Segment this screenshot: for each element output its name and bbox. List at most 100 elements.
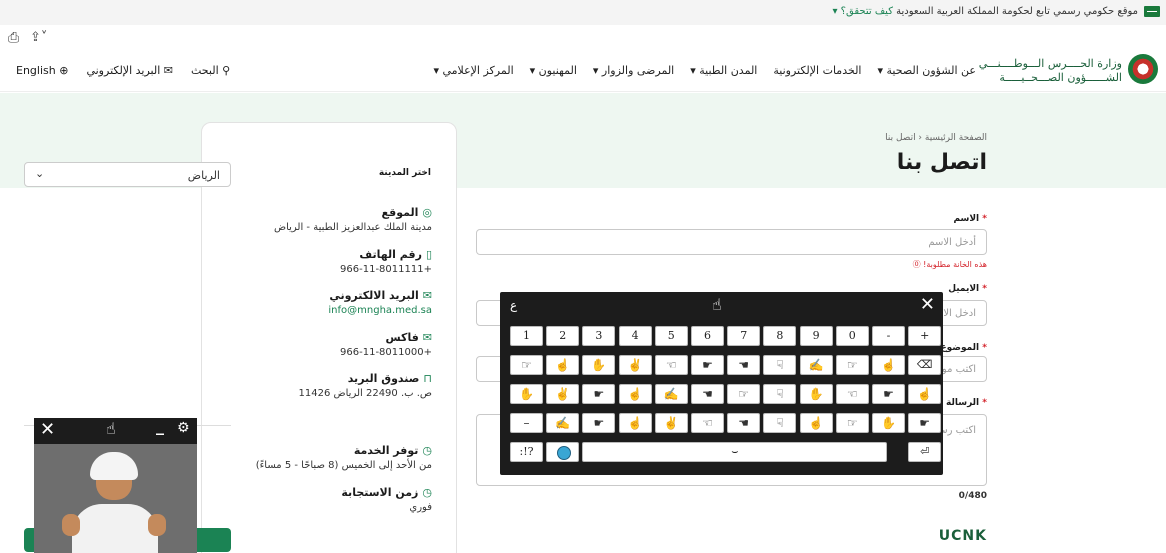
email-value-link[interactable]: info@mngha.med.sa: [328, 305, 432, 316]
sign-key[interactable]: ☜: [654, 355, 688, 375]
sign-key[interactable]: ✌: [654, 413, 688, 433]
hand-pointer-icon: ☝: [712, 295, 722, 314]
sign-key[interactable]: ☝: [799, 413, 833, 433]
clock-icon: ◷: [422, 486, 432, 499]
name-input[interactable]: أدخل الاسم: [476, 229, 987, 255]
search-link[interactable]: البحث ⚲: [191, 64, 230, 77]
sign-key[interactable]: ✍: [654, 384, 688, 404]
close-icon[interactable]: ✕: [40, 419, 55, 440]
main-nav: عن الشؤون الصحية ▾ الخدمات الإلكترونية ا…: [433, 64, 976, 77]
sign-key[interactable]: ✋: [582, 355, 616, 375]
key-11[interactable]: +: [908, 326, 942, 346]
sign-key[interactable]: ☚: [691, 384, 724, 404]
sign-key[interactable]: ☚: [727, 355, 761, 375]
name-error: هذه الخانة مطلوبة! ⓪: [912, 260, 987, 269]
nav-medical-cities[interactable]: المدن الطبية ▾: [690, 64, 757, 77]
nav-about[interactable]: عن الشؤون الصحية ▾: [877, 64, 976, 77]
space-key[interactable]: ⌣: [582, 442, 888, 462]
sign-key[interactable]: ☜: [835, 384, 869, 404]
backspace-key[interactable]: ⌫: [908, 355, 942, 375]
breadcrumb[interactable]: الصفحة الرئيسية ‹ اتصل بنا: [885, 133, 987, 143]
print-icon[interactable]: ⎙: [8, 30, 19, 46]
sign-key[interactable]: ✍: [546, 413, 580, 433]
ministry-logo-icon[interactable]: [1128, 54, 1158, 84]
nav-professionals[interactable]: المهنيون ▾: [530, 64, 577, 77]
sign-key[interactable]: ☝: [908, 384, 942, 404]
hand-pointer-icon[interactable]: ☝: [106, 419, 116, 438]
sign-key[interactable]: ✌: [546, 384, 580, 404]
sign-key[interactable]: ☞: [510, 355, 543, 375]
key-6[interactable]: 7: [727, 326, 761, 346]
key-1[interactable]: 2: [546, 326, 580, 346]
sign-key[interactable]: ✌: [618, 355, 652, 375]
site-header: وزارة الحــــرس الـــوطــــنـــي الشــــ…: [0, 50, 1166, 92]
sign-key[interactable]: ☞: [727, 384, 761, 404]
sign-key[interactable]: ☝: [618, 384, 652, 404]
avatar-widget-toolbar: ✕ ☝ _ ⚙: [34, 418, 197, 444]
sign-key[interactable]: ✋: [799, 384, 833, 404]
sign-key[interactable]: ☚: [727, 413, 761, 433]
key-7[interactable]: 8: [763, 326, 797, 346]
english-link[interactable]: English ⊕: [16, 64, 68, 77]
key-8[interactable]: 9: [799, 326, 833, 346]
sign-key[interactable]: ☝: [618, 413, 652, 433]
chevron-down-icon: ⌄: [35, 167, 45, 180]
key-9[interactable]: 0: [835, 326, 869, 346]
sign-key[interactable]: ☟: [763, 355, 797, 375]
sign-key[interactable]: ✋: [872, 413, 905, 433]
subject-label: * الموضوع: [940, 343, 988, 353]
sign-key[interactable]: ☟: [763, 384, 797, 404]
sign-key[interactable]: ✍: [799, 355, 833, 375]
page-title: اتصل بنا: [896, 150, 987, 175]
sign-key[interactable]: ☞: [835, 413, 869, 433]
fax-icon: ✉: [422, 331, 432, 344]
language-icon: ⊕: [59, 64, 69, 77]
utility-row: ⎙ ⇪˅: [0, 27, 1166, 49]
search-icon: ⚲: [222, 64, 231, 77]
nav-patients-visitors[interactable]: المرضى والزوار ▾: [593, 64, 674, 77]
captcha-text: UCNK: [938, 528, 987, 544]
sign-language-avatar-widget: ✕ ☝ _ ⚙: [34, 418, 197, 553]
sign-key[interactable]: ☛: [691, 355, 724, 375]
symbols-key[interactable]: :!?: [510, 442, 543, 462]
mail-icon: ✉: [422, 289, 432, 302]
keyboard-language-toggle[interactable]: ع: [510, 298, 517, 312]
city-label: اختر المدينة: [378, 168, 431, 178]
error-icon: ⓪: [912, 260, 921, 269]
sign-key[interactable]: ☜: [691, 413, 724, 433]
key-5[interactable]: 6: [691, 326, 724, 346]
sign-key[interactable]: ☛: [908, 413, 942, 433]
key-10[interactable]: -: [872, 326, 905, 346]
mail-icon: ✉: [163, 64, 173, 77]
verify-link[interactable]: كيف تتحقق؟ ▾: [832, 6, 892, 17]
nav-media-center[interactable]: المركز الإعلامي ▾: [433, 64, 513, 77]
gear-icon[interactable]: ⚙: [177, 420, 190, 436]
name-label: * الاسم: [953, 214, 987, 224]
sign-key[interactable]: ☝: [546, 355, 580, 375]
email-link[interactable]: البريد الإلكتروني ✉: [86, 64, 173, 77]
key-3[interactable]: 4: [618, 326, 652, 346]
enter-key[interactable]: ⏎: [908, 442, 942, 462]
nav-eservices[interactable]: الخدمات الإلكترونية: [773, 64, 861, 77]
sign-key[interactable]: ☛: [582, 413, 616, 433]
ministry-name[interactable]: وزارة الحــــرس الـــوطــــنـــي الشــــ…: [979, 57, 1122, 85]
key-2[interactable]: 3: [582, 326, 616, 346]
close-icon[interactable]: ✕: [920, 294, 935, 315]
clock-icon: ◷: [422, 444, 432, 457]
globe-icon[interactable]: [546, 442, 580, 462]
response-time-info: ◷زمن الاستجابة فوري: [341, 486, 432, 513]
sign-key[interactable]: ☟: [763, 413, 797, 433]
sign-language-keyboard: ع ☝ ✕ 1 2 3 4 5 6 7 8 9 0- + ☞ ☝ ✋ ✌ ☜ ☛ ☚ ☟ ✍ ☞ ☝ ⌫ ✋ ✌ ☛ ☝ ✍ ☚ ☞ ☟ ✋ ☜…: [500, 292, 943, 475]
minimize-icon[interactable]: _: [156, 418, 164, 435]
sign-key[interactable]: ☝: [872, 355, 905, 375]
city-select[interactable]: الرياض ⌄: [24, 162, 231, 187]
sign-key[interactable]: ☛: [582, 384, 616, 404]
header-utilities: English ⊕ البريد الإلكتروني ✉ البحث ⚲: [16, 64, 230, 77]
share-icon[interactable]: ⇪˅: [30, 30, 47, 45]
sign-key[interactable]: ☛: [872, 384, 905, 404]
sign-key[interactable]: ☞: [835, 355, 869, 375]
key-0[interactable]: 1: [510, 326, 543, 346]
sign-key[interactable]: –: [510, 413, 543, 433]
key-4[interactable]: 5: [654, 326, 688, 346]
sign-key[interactable]: ✋: [510, 384, 543, 404]
